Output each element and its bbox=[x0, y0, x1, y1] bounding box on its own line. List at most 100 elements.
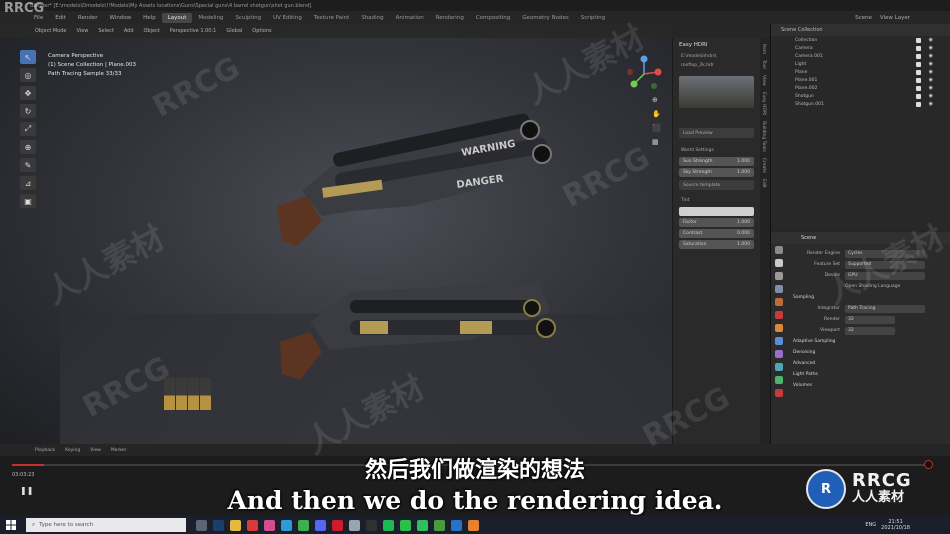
tray-language[interactable]: ENG bbox=[865, 522, 876, 528]
outliner-row[interactable]: Collection ◉ bbox=[771, 36, 950, 44]
tint-color-field[interactable] bbox=[679, 207, 754, 216]
workspace-tab-rendering[interactable]: Rendering bbox=[430, 13, 470, 23]
device-dropdown[interactable]: GPU bbox=[845, 271, 925, 280]
opera-app-icon[interactable] bbox=[332, 519, 343, 531]
outliner-row[interactable]: Plane.002 ◉ bbox=[771, 84, 950, 92]
world-settings-header[interactable]: World Settings bbox=[673, 146, 760, 155]
outliner-row[interactable]: Shotgun.001 ◉ bbox=[771, 100, 950, 108]
viewport-menu-view[interactable]: View bbox=[72, 28, 94, 34]
denoising-section[interactable]: Denoising bbox=[771, 347, 950, 358]
npanel-tab-tool[interactable]: Tool bbox=[761, 60, 766, 69]
viewport-menu-object[interactable]: Object bbox=[139, 28, 165, 34]
feature-set-dropdown[interactable]: Supported bbox=[845, 260, 925, 269]
hdri-file-field[interactable]: rooftop_2k.hdr bbox=[673, 61, 760, 70]
outliner-row[interactable]: Light ◉ bbox=[771, 60, 950, 68]
volumes-section[interactable]: Volumes bbox=[771, 380, 950, 391]
advanced-section[interactable]: Advanced bbox=[771, 358, 950, 369]
workspace-tab-scripting[interactable]: Scripting bbox=[575, 13, 611, 23]
workspace-tab-compositing[interactable]: Compositing bbox=[470, 13, 516, 23]
select-tool-icon[interactable]: ↖ bbox=[20, 50, 36, 64]
sky-strength-slider[interactable]: Sky Strength 1.000 bbox=[679, 168, 754, 177]
menu-window[interactable]: Window bbox=[103, 15, 137, 21]
menu-help[interactable]: Help bbox=[137, 15, 162, 21]
3d-viewport[interactable]: WARNING DANGER bbox=[0, 24, 672, 444]
npanel-tab-edit[interactable]: Edit bbox=[761, 179, 766, 188]
move-tool-icon[interactable]: ✥ bbox=[20, 86, 36, 100]
open-shading-row[interactable]: Open Shading Language bbox=[771, 281, 950, 292]
workspace-tab-sculpting[interactable]: Sculpting bbox=[229, 13, 267, 23]
view-layer-selector[interactable]: View Layer bbox=[880, 15, 910, 21]
scene-selector[interactable]: Scene bbox=[855, 15, 872, 21]
blender-app-icon[interactable] bbox=[468, 519, 479, 531]
sampling-section-header[interactable]: Sampling bbox=[771, 292, 950, 303]
outliner-row[interactable]: Plane ◉ bbox=[771, 68, 950, 76]
contrast-slider[interactable]: Contrast 0.000 bbox=[679, 229, 754, 238]
app-green-icon[interactable] bbox=[434, 519, 445, 531]
navigation-gizmo[interactable] bbox=[624, 54, 664, 94]
app-red-icon[interactable] bbox=[247, 519, 258, 531]
cloud-app-icon[interactable] bbox=[349, 519, 360, 531]
workspace-tab-uv-editing[interactable]: UV Editing bbox=[267, 13, 308, 23]
spotify-app-icon[interactable] bbox=[383, 519, 394, 531]
object-mode-dropdown[interactable]: Object Mode bbox=[30, 28, 72, 34]
obs-app-icon[interactable] bbox=[366, 519, 377, 531]
add-cube-tool-icon[interactable]: ▣ bbox=[20, 194, 36, 208]
npanel-tab-building-tools[interactable]: Building Tools bbox=[761, 121, 766, 152]
file-explorer-icon[interactable] bbox=[230, 519, 241, 531]
rotate-tool-icon[interactable]: ↻ bbox=[20, 104, 36, 118]
outliner-row[interactable]: Camera.001 ◉ bbox=[771, 52, 950, 60]
viewport-menu-add[interactable]: Add bbox=[119, 28, 139, 34]
transform-tool-icon[interactable]: ⊕ bbox=[20, 140, 36, 154]
adaptive-sampling-section[interactable]: Adaptive Sampling bbox=[771, 336, 950, 347]
measure-tool-icon[interactable]: ⊿ bbox=[20, 176, 36, 190]
discord-app-icon[interactable] bbox=[315, 519, 326, 531]
workspace-tab-layout[interactable]: Layout bbox=[161, 12, 193, 23]
taskbar-clock[interactable]: 21:51 2021/10/18 bbox=[881, 519, 910, 531]
light-paths-section[interactable]: Light Paths bbox=[771, 369, 950, 380]
annotate-tool-icon[interactable]: ✎ bbox=[20, 158, 36, 172]
workspace-tab-texture-paint[interactable]: Texture Paint bbox=[308, 13, 356, 23]
saturation-slider[interactable]: Saturation 1.000 bbox=[679, 240, 754, 249]
npanel-tab-item[interactable]: Item bbox=[761, 44, 766, 54]
workspace-tab-animation[interactable]: Animation bbox=[390, 13, 430, 23]
outliner-row[interactable]: Shotgun ◉ bbox=[771, 92, 950, 100]
factor-slider[interactable]: Factor 1.000 bbox=[679, 218, 754, 227]
whatsapp-app-icon[interactable] bbox=[417, 519, 428, 531]
source-template-dropdown[interactable]: Source template bbox=[679, 180, 754, 190]
steam-app-icon[interactable] bbox=[213, 519, 224, 531]
menu-edit[interactable]: Edit bbox=[49, 15, 72, 21]
integrator-dropdown[interactable]: Path Tracing bbox=[845, 304, 925, 313]
outliner-row[interactable]: Plane.001 ◉ bbox=[771, 76, 950, 84]
workspace-tab-modeling[interactable]: Modeling bbox=[192, 13, 229, 23]
pivot-global[interactable]: Global bbox=[221, 28, 247, 34]
zoom-icon[interactable]: ⊕ bbox=[652, 96, 661, 104]
open-shading-checkbox-label[interactable]: Open Shading Language bbox=[845, 284, 900, 289]
viewport-samples-field[interactable]: 32 bbox=[845, 326, 895, 335]
render-engine-dropdown[interactable]: Cycles bbox=[845, 249, 925, 258]
pan-hand-icon[interactable]: ✋ bbox=[652, 110, 661, 118]
scale-tool-icon[interactable]: ⤢ bbox=[20, 122, 36, 136]
hdri-path-field[interactable]: E:\modelo\hdrs\ bbox=[673, 52, 760, 61]
app-blue-icon[interactable] bbox=[451, 519, 462, 531]
npanel-tab-create[interactable]: Create bbox=[761, 158, 766, 173]
chrome-browser-icon[interactable] bbox=[298, 519, 309, 531]
perspective-grid-icon[interactable]: ▦ bbox=[652, 138, 661, 146]
workspace-tab-shading[interactable]: Shading bbox=[355, 13, 389, 23]
transform-orientation[interactable]: Perspective 1.00:1 bbox=[165, 28, 222, 34]
viewport-menu-select[interactable]: Select bbox=[93, 28, 118, 34]
app-pink-icon[interactable] bbox=[264, 519, 275, 531]
edge-browser-icon[interactable] bbox=[281, 519, 292, 531]
outliner-row[interactable]: Camera ◉ bbox=[771, 44, 950, 52]
wechat-app-icon[interactable] bbox=[400, 519, 411, 531]
taskbar-search-box[interactable]: ⌕ Type here to search bbox=[26, 518, 186, 532]
cursor-tool-icon[interactable]: ◎ bbox=[20, 68, 36, 82]
render-samples-field[interactable]: 32 bbox=[845, 315, 895, 324]
outliner-header[interactable]: Scene Collection bbox=[771, 24, 950, 36]
npanel-tab-easy-hdri[interactable]: Easy HDRI bbox=[761, 92, 766, 115]
load-preview-button[interactable]: Load Preview bbox=[679, 128, 754, 138]
viewport-options[interactable]: Options bbox=[247, 28, 276, 34]
task-view-icon[interactable] bbox=[196, 519, 207, 531]
npanel-tab-view[interactable]: View bbox=[761, 75, 766, 86]
workspace-tab-geometry-nodes[interactable]: Geometry Nodes bbox=[516, 13, 574, 23]
menu-render[interactable]: Render bbox=[72, 15, 104, 21]
